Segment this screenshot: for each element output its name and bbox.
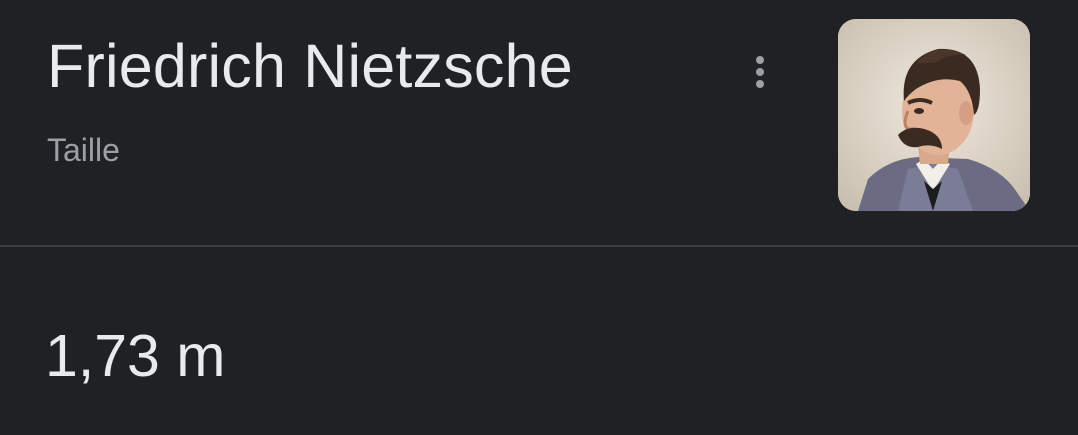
section-divider [0,245,1078,247]
more-options-button[interactable] [740,50,780,94]
portrait-image [838,19,1030,211]
knowledge-panel-card: Friedrich Nietzsche Taille 1,73 m [0,0,1078,435]
entity-portrait-thumbnail[interactable] [838,19,1030,211]
attribute-value: 1,73 m [45,323,226,389]
vertical-dots-icon [756,56,764,64]
vertical-dots-icon-dot [756,80,764,88]
vertical-dots-icon-dot [756,68,764,76]
attribute-label: Taille [47,132,120,168]
entity-title: Friedrich Nietzsche [47,32,573,100]
